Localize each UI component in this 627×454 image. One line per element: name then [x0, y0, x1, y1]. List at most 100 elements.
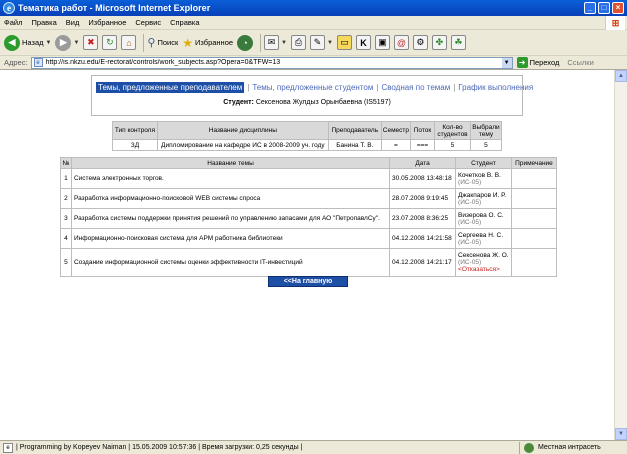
- column-header: Примечание: [510, 157, 558, 169]
- student-cell: Сексенова Ж. О. (ИС-05) <Отказаться>: [455, 248, 512, 277]
- address-url[interactable]: http://is.nkzu.edu/E-rectorat/controls/w…: [46, 59, 502, 66]
- window-controls: _ □ ×: [584, 2, 624, 14]
- nav-tab-schedule[interactable]: График выполнения: [458, 83, 533, 92]
- table-header-row: № Название темы Дата Студент Примечание: [60, 157, 558, 169]
- chevron-down-icon: ▼: [73, 39, 80, 46]
- student-name: Сергеева Н. С.: [458, 231, 504, 239]
- status-bar: e | Programming by Kopeyev Naiman | 15.0…: [0, 440, 627, 454]
- address-bar: Адрес: e http://is.nkzu.edu/E-rectorat/c…: [0, 56, 627, 70]
- favorites-label: Избранное: [195, 38, 234, 47]
- student-name: Джакпаров И. Р.: [458, 191, 507, 199]
- student-group: (ИС-05): [458, 198, 482, 206]
- menu-bar: Файл Правка Вид Избранное Сервис Справка…: [0, 16, 627, 30]
- note-cell: [510, 188, 558, 209]
- vertical-scrollbar[interactable]: ▲ ▼: [614, 70, 627, 440]
- search-button[interactable]: ⚲ Поиск: [147, 36, 178, 49]
- menu-file[interactable]: Файл: [4, 18, 22, 27]
- address-input[interactable]: e http://is.nkzu.edu/E-rectorat/controls…: [30, 56, 513, 69]
- note-cell: [510, 168, 558, 189]
- refresh-icon: ↻: [102, 35, 118, 50]
- intranet-icon: [524, 442, 534, 453]
- home-button[interactable]: <<На главную: [268, 276, 348, 287]
- addon-button-3[interactable]: @: [393, 35, 409, 50]
- table-row: 1 Система электронных торгов. 30.05.2008…: [60, 168, 558, 189]
- edit-button[interactable]: ✎ ▼: [310, 35, 333, 50]
- column-header: Название дисциплины: [156, 121, 329, 140]
- refuse-link[interactable]: <Отказаться>: [458, 266, 509, 273]
- menu-edit[interactable]: Правка: [31, 18, 56, 27]
- student-cell: Визерова О. С. (ИС-05): [455, 208, 512, 229]
- column-header: Семестр: [380, 121, 412, 140]
- addon-button-5[interactable]: ✤: [431, 35, 447, 50]
- home-icon: ⌂: [121, 35, 137, 50]
- mail-button[interactable]: ✉ ▼: [264, 35, 287, 50]
- note-cell: [510, 228, 558, 249]
- chevron-down-icon[interactable]: ▼: [501, 57, 512, 68]
- topic-title: Создание информационной системы оценки э…: [70, 248, 391, 277]
- note-cell: [510, 208, 558, 229]
- table-header-row: Тип контроля Название дисциплины Препода…: [112, 121, 503, 140]
- maximize-button[interactable]: □: [598, 2, 610, 14]
- menu-help[interactable]: Справка: [170, 18, 199, 27]
- forward-arrow-icon: ▶: [55, 34, 72, 51]
- table-cell: 5: [434, 139, 471, 151]
- nav-tab-student-topics[interactable]: Темы, предложенные студентом: [252, 83, 373, 92]
- refresh-button[interactable]: ↻: [102, 35, 118, 50]
- history-button[interactable]: ◔: [237, 34, 254, 51]
- column-header: Студент: [455, 157, 512, 169]
- table-cell: Дипломирование на кафедре ИС в 2008-2009…: [156, 139, 329, 151]
- page-content: Темы, предложенные преподавателем | Темы…: [0, 70, 614, 440]
- go-button[interactable]: ➜ Переход: [516, 57, 559, 68]
- column-header: Выбрали тему: [469, 121, 503, 140]
- menu-favorites[interactable]: Избранное: [88, 18, 126, 27]
- minimize-button[interactable]: _: [584, 2, 596, 14]
- student-cell: Сергеева Н. С. (ИС-05): [455, 228, 512, 249]
- row-number: 4: [60, 228, 72, 249]
- addon-button-2[interactable]: ▣: [374, 35, 390, 50]
- addon-button-4[interactable]: ⚙: [412, 35, 428, 50]
- people-icon: ☘: [450, 35, 466, 50]
- at-icon: @: [393, 35, 409, 50]
- nav-links: Темы, предложенные преподавателем | Темы…: [92, 76, 533, 93]
- chevron-down-icon: ▼: [45, 39, 52, 46]
- column-header: Тип контроля: [112, 121, 158, 140]
- search-icon: ⚲: [147, 37, 156, 49]
- nav-divider: |: [376, 83, 379, 92]
- folder-button[interactable]: ▭: [336, 35, 352, 50]
- print-icon: ⎙: [291, 35, 306, 50]
- table-cell: 5: [469, 139, 503, 151]
- nav-tab-teacher-topics[interactable]: Темы, предложенные преподавателем: [96, 82, 245, 93]
- student-group: (ИС-05): [458, 259, 482, 266]
- column-header: Преподаватель: [327, 121, 382, 140]
- home-toolbar-button[interactable]: ⌂: [121, 35, 137, 50]
- links-button[interactable]: Ссылки: [567, 58, 593, 67]
- scroll-down-icon[interactable]: ▼: [615, 428, 627, 440]
- history-icon: ◔: [237, 34, 254, 51]
- windows-logo-icon: ⊞: [605, 16, 625, 30]
- forward-button[interactable]: ▶ ▼: [55, 34, 80, 51]
- nav-divider: |: [247, 83, 250, 92]
- close-button[interactable]: ×: [612, 2, 624, 14]
- table-row: 5 Создание информационной системы оценки…: [60, 248, 558, 277]
- toolbar-divider: [260, 33, 262, 52]
- scroll-up-icon[interactable]: ▲: [615, 70, 627, 82]
- column-header: №: [60, 157, 72, 169]
- print-button[interactable]: ⎙: [291, 35, 306, 50]
- topics-table: № Название темы Дата Студент Примечание …: [60, 157, 558, 277]
- status-text: | Programming by Kopeyev Naiman | 15.05.…: [16, 444, 303, 451]
- back-button[interactable]: ◀ Назад ▼: [4, 34, 52, 51]
- addon-button-1[interactable]: K: [355, 35, 371, 50]
- mail-icon: ✉: [264, 35, 280, 50]
- back-label: Назад: [22, 38, 44, 47]
- toolbar: ◀ Назад ▼ ▶ ▼ ✖ ↻ ⌂ ⚲ Поиск ★ Избранное …: [0, 30, 627, 56]
- nav-tab-summary[interactable]: Сводная по темам: [381, 83, 450, 92]
- student-group: (ИС-05): [458, 238, 482, 246]
- student-name: Кочетков В. В.: [458, 171, 501, 179]
- student-value: Сексенова Жулдыз Орынбаевна (IS5197): [255, 99, 391, 106]
- menu-view[interactable]: Вид: [66, 18, 80, 27]
- addon-button-6[interactable]: ☘: [450, 35, 466, 50]
- favorites-button[interactable]: ★ Избранное: [182, 36, 233, 50]
- discipline-table: Тип контроля Название дисциплины Препода…: [112, 121, 503, 151]
- menu-tools[interactable]: Сервис: [135, 18, 161, 27]
- stop-button[interactable]: ✖: [83, 35, 99, 50]
